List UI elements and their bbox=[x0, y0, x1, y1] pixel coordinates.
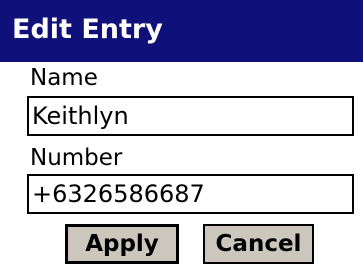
name-label: Name bbox=[30, 65, 98, 91]
number-field[interactable] bbox=[27, 174, 354, 214]
cancel-button[interactable]: Cancel bbox=[203, 224, 314, 264]
number-label: Number bbox=[30, 145, 123, 171]
edit-entry-dialog: Edit Entry Name Number Apply Cancel bbox=[0, 0, 363, 268]
name-field[interactable] bbox=[27, 96, 354, 136]
apply-button[interactable]: Apply bbox=[65, 224, 179, 264]
dialog-title: Edit Entry bbox=[12, 14, 163, 45]
title-bar: Edit Entry bbox=[0, 0, 363, 62]
